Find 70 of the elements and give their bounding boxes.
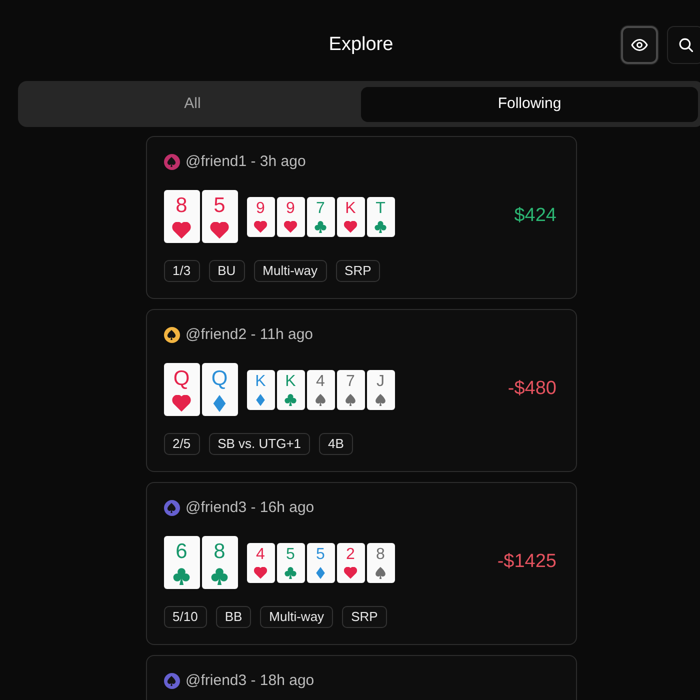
card-rank: 8 (376, 546, 385, 564)
tag: Multi-way (254, 260, 327, 282)
post-byline: @friend2 - 11h ago (186, 325, 314, 345)
card-rank: 8 (176, 194, 188, 217)
diamond-icon (254, 394, 267, 406)
diamond-icon (314, 566, 327, 578)
card-rank: K (255, 372, 266, 390)
card-rank: K (285, 372, 296, 390)
tag: BB (216, 606, 252, 628)
visibility-button[interactable] (621, 26, 658, 64)
result-amount: $424 (514, 204, 556, 228)
search-icon (678, 38, 692, 52)
tag: Multi-way (260, 606, 334, 628)
card-rank: 7 (346, 372, 355, 390)
card-rank: 5 (316, 546, 325, 564)
post-byline: @friend3 - 18h ago (186, 671, 314, 691)
tab[interactable]: All (24, 87, 361, 122)
card-rank: Q (173, 367, 190, 390)
heart-icon (344, 220, 357, 232)
club-icon (314, 220, 327, 232)
spade-icon (374, 394, 387, 406)
heart-icon (254, 220, 267, 232)
card-rank: 2 (346, 546, 355, 564)
post-byline: @friend3 - 16h ago (186, 498, 314, 518)
heart-icon (172, 222, 191, 239)
card-rank: 9 (256, 200, 265, 218)
post-byline: @friend1 - 3h ago (186, 152, 306, 172)
card-rank: J (376, 372, 384, 390)
card-rank: 5 (214, 194, 226, 217)
spade-icon (344, 394, 357, 406)
eye-icon (631, 39, 648, 51)
heart-icon (254, 566, 267, 578)
card-rank: 6 (176, 540, 188, 563)
card-rank: 4 (256, 546, 265, 564)
card-rank: 5 (286, 546, 295, 564)
card-rank: 7 (316, 200, 325, 218)
search-button[interactable] (667, 26, 700, 64)
card-rank: 4 (316, 372, 325, 390)
tag: SB vs. UTG+1 (208, 433, 310, 455)
tag: 1/3 (164, 260, 200, 282)
spade-icon (314, 394, 327, 406)
tag: 4B (319, 433, 353, 455)
hand-card[interactable]: @friend2 - 11h ago Q Q K K 4 7 J -$480 2/5 SB vs. UTG+1 4B (146, 309, 576, 472)
heart-icon (284, 220, 297, 232)
hand-card[interactable]: @friend1 - 3h ago 8 5 9 9 7 K T $424 1/3 BU Multi-way SRP (146, 136, 576, 299)
tag: 2/5 (164, 433, 200, 455)
result-amount: -$1425 (497, 550, 556, 574)
tag: SRP (342, 606, 387, 628)
tab[interactable]: Following (361, 87, 698, 122)
result-amount: -$480 (508, 377, 556, 402)
tag: 5/10 (164, 606, 207, 628)
page-title: Explore (328, 33, 394, 57)
heart-icon (172, 395, 191, 412)
card-rank: T (376, 200, 386, 218)
card-rank: 9 (286, 200, 295, 218)
card-rank: K (345, 200, 356, 218)
heart-icon (344, 566, 357, 578)
club-icon (210, 568, 229, 585)
club-icon (284, 394, 297, 406)
club-icon (172, 568, 191, 585)
hand-card[interactable]: @friend3 - 16h ago 6 8 4 5 5 2 8 -$1425 5/10 BB Multi-way SRP (146, 482, 576, 645)
card-rank: Q (211, 367, 228, 390)
club-icon (374, 220, 387, 232)
heart-icon (210, 222, 229, 239)
tag: BU (208, 260, 245, 282)
club-icon (284, 566, 297, 578)
card-rank: 8 (214, 540, 226, 563)
hand-card[interactable]: @friend3 - 18h ago (146, 655, 576, 700)
tag: SRP (336, 260, 380, 282)
spade-icon (374, 566, 387, 578)
